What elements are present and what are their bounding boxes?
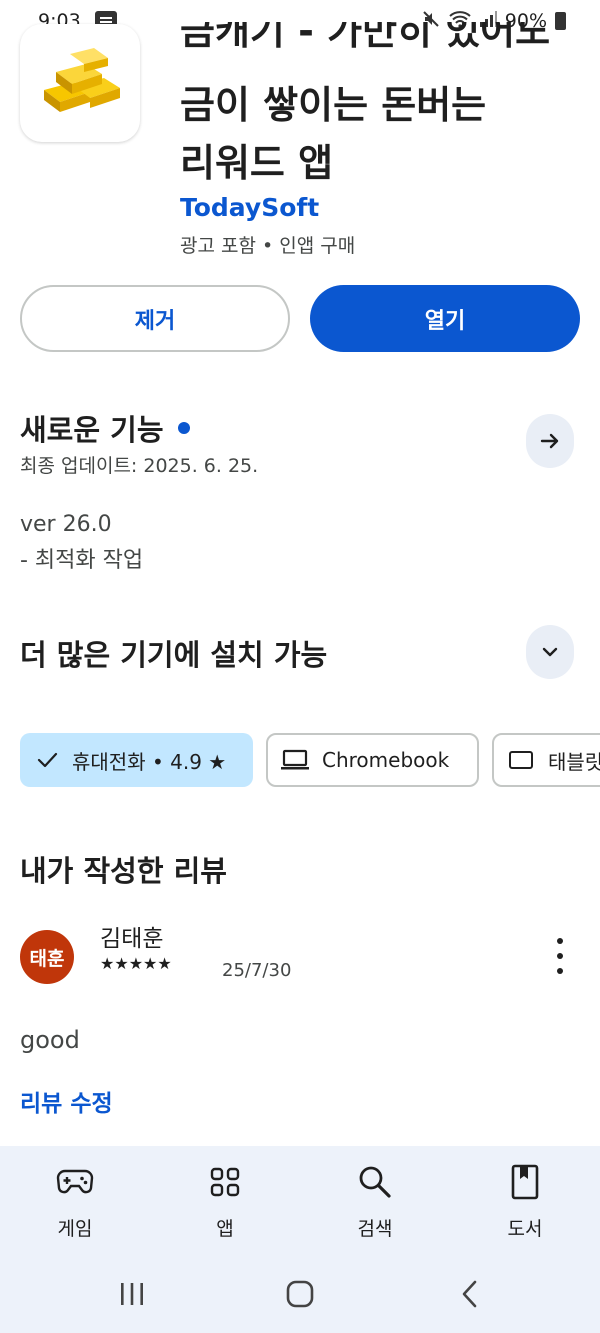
- device-chip-label: 태블릿: [548, 749, 600, 774]
- book-icon: [511, 1162, 539, 1202]
- gamepad-icon: [56, 1162, 94, 1202]
- chevron-down-icon: [542, 647, 558, 657]
- system-nav-bar: [0, 1254, 600, 1333]
- device-chip-label: Chromebook: [322, 748, 450, 772]
- recents-icon[interactable]: [108, 1276, 156, 1312]
- home-icon[interactable]: [276, 1276, 324, 1312]
- nav-label: 검색: [357, 1218, 393, 1240]
- whats-new-arrow-button[interactable]: [526, 414, 574, 468]
- nav-label: 게임: [57, 1218, 93, 1240]
- nav-item-books[interactable]: 도서: [450, 1146, 600, 1254]
- review-date: 25/7/30: [222, 960, 292, 981]
- nav-item-games[interactable]: 게임: [0, 1146, 150, 1254]
- app-meta: 광고 포함 • 인앱 구매: [180, 235, 356, 257]
- review-text: good: [20, 1026, 80, 1054]
- device-chip-label: 휴대전화 • 4.9 ★: [72, 749, 227, 774]
- laptop-icon: [281, 749, 309, 770]
- nav-item-apps[interactable]: 앱: [150, 1146, 300, 1254]
- app-title-line: 리워드 앱: [180, 141, 334, 185]
- app-icon[interactable]: [20, 24, 140, 142]
- open-button[interactable]: 열기: [310, 285, 580, 352]
- device-chip-chromebook[interactable]: Chromebook: [266, 733, 479, 787]
- release-note-line: ver 26.0: [20, 512, 112, 537]
- bottom-nav: 게임 앱 검색 도서: [0, 1146, 600, 1254]
- nav-label: 앱: [216, 1218, 234, 1240]
- whats-new-title: 새로운 기능: [20, 413, 164, 447]
- release-notes: ver 26.0 - 최적화 작업: [20, 507, 143, 579]
- app-title: 금캐기 - 가만히 있어도 금이 쌓이는 돈버는 리워드 앱: [180, 22, 590, 192]
- new-indicator-dot: [177, 422, 190, 434]
- tablet-icon: [509, 751, 533, 769]
- reviewer-name: 김태훈: [100, 926, 164, 952]
- search-icon: [358, 1162, 392, 1202]
- device-chip-phone[interactable]: 휴대전화 • 4.9 ★: [20, 733, 253, 787]
- avatar: 태훈: [20, 930, 74, 984]
- last-update-date: 최종 업데이트: 2025. 6. 25.: [20, 455, 259, 477]
- gold-bars-icon: [44, 48, 120, 112]
- devices-heading: 더 많은 기기에 설치 가능: [20, 638, 328, 672]
- star-rating: ★★★★★: [100, 954, 172, 973]
- device-chip-tablet[interactable]: 태블릿: [492, 733, 600, 787]
- arrow-right-icon: [540, 433, 559, 449]
- app-title-line: 금이 쌓이는 돈버는: [180, 83, 487, 127]
- devices-expand-button[interactable]: [526, 625, 574, 679]
- back-icon[interactable]: [446, 1276, 494, 1312]
- edit-review-link[interactable]: 리뷰 수정: [20, 1084, 113, 1118]
- app-title-clipped-line: 금캐기 - 가만히 있어도: [180, 22, 551, 53]
- my-review-heading: 내가 작성한 리뷰: [20, 854, 227, 888]
- check-icon: [37, 752, 58, 768]
- whats-new-heading[interactable]: 새로운 기능: [20, 407, 190, 449]
- nav-item-search[interactable]: 검색: [300, 1146, 450, 1254]
- nav-label: 도서: [507, 1218, 543, 1240]
- remove-button[interactable]: 제거: [20, 285, 290, 352]
- apps-grid-icon: [210, 1162, 240, 1202]
- more-options-icon[interactable]: [548, 938, 572, 974]
- release-note-line: - 최적화 작업: [20, 548, 144, 573]
- developer-link[interactable]: TodaySoft: [180, 193, 319, 222]
